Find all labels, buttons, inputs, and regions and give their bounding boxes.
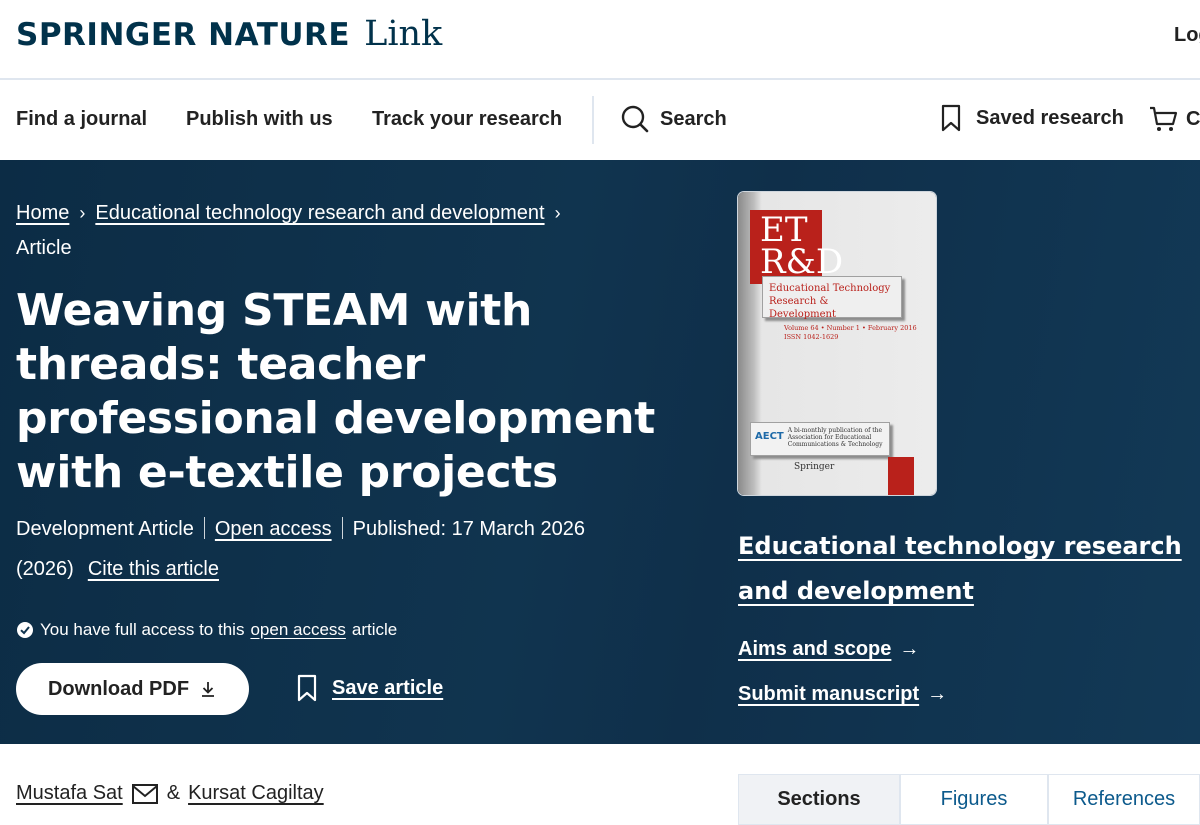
nav-divider [592, 96, 594, 144]
nav-search-button[interactable]: Search [620, 104, 727, 134]
tab-sections[interactable]: Sections [738, 774, 900, 825]
author-link[interactable]: Mustafa Sat [16, 782, 123, 805]
article-year: (2026) [16, 558, 74, 580]
open-access-link[interactable]: Open access [215, 518, 332, 540]
arrow-right-icon: → [899, 638, 920, 660]
access-suffix: article [351, 620, 398, 639]
author-separator: & [166, 782, 181, 804]
site-header: SPRINGER NATURE Link Log [0, 0, 1200, 80]
cover-issn: ISSN 1042-1629 [784, 333, 839, 341]
chevron-right-icon: › [79, 203, 86, 223]
arrow-right-icon: → [927, 683, 948, 705]
access-prefix: You have full access to this [40, 620, 245, 639]
aims-scope-label: Aims and scope [738, 638, 892, 660]
breadcrumb: Home › Educational technology research and… [16, 196, 656, 266]
aect-logo: AECT [755, 431, 784, 442]
breadcrumb-current: Article [16, 237, 72, 259]
meta-divider [341, 517, 343, 539]
logo-brand: SPRINGER NATURE [16, 17, 351, 53]
submit-manuscript-link[interactable]: Submit manuscript → [738, 683, 947, 706]
download-icon [202, 682, 215, 697]
nav-cart[interactable]: C [1148, 104, 1200, 134]
article-title: Weaving STEAM with threads: teacher prof… [16, 285, 656, 498]
author-list: Mustafa Sat & Kursat Cagiltay [16, 782, 324, 805]
nav-saved-label: Saved research [976, 106, 1124, 129]
cart-icon [1150, 106, 1178, 131]
cover-volume: Volume 64 • Number 1 • February 2016 [784, 324, 917, 332]
chevron-right-icon: › [554, 203, 561, 223]
tab-figures[interactable]: Figures [900, 774, 1048, 825]
save-article-label: Save article [332, 676, 444, 699]
access-open-access-link[interactable]: open access [250, 620, 345, 640]
article-hero: Home › Educational technology research and… [0, 160, 1200, 744]
nav-track-research[interactable]: Track your research [372, 108, 562, 131]
cover-name-line1: Educational Technology [769, 283, 891, 294]
mail-icon[interactable] [131, 783, 159, 805]
cover-aect-box: AECT A bi-monthly publication of the Ass… [750, 422, 890, 456]
cover-red-bar [888, 457, 914, 495]
nav-publish[interactable]: Publish with us [186, 108, 333, 131]
nav-find-journal[interactable]: Find a journal [16, 108, 147, 131]
published-date: Published: 17 March 2026 [352, 518, 585, 540]
article-meta: Development Article Open access Published:… [16, 509, 656, 589]
tab-references[interactable]: References [1048, 774, 1200, 825]
breadcrumb-home[interactable]: Home [16, 202, 69, 224]
search-icon [621, 105, 649, 133]
cover-journal-name: Educational Technology Research & Develo… [762, 276, 902, 320]
save-article-button[interactable]: Save article [296, 674, 443, 702]
check-circle-icon [17, 622, 33, 638]
springer-nature-logo[interactable]: SPRINGER NATURE Link [16, 14, 442, 54]
bookmark-icon [297, 674, 317, 702]
submit-manuscript-label: Submit manuscript [738, 683, 920, 705]
nav-search-label: Search [660, 107, 727, 130]
cover-aect-text: A bi-monthly publication of the Associat… [787, 427, 883, 448]
cover-etrd-logo: ET R&D [750, 210, 843, 284]
breadcrumb-journal[interactable]: Educational technology research and deve… [95, 202, 544, 224]
main-nav: Find a journal Publish with us Track you… [0, 80, 1200, 160]
journal-title-link[interactable]: Educational technology research and deve… [738, 524, 1200, 614]
download-pdf-label: Download PDF [47, 677, 190, 700]
meta-divider [203, 517, 205, 539]
article-type: Development Article [16, 518, 194, 540]
cite-article-link[interactable]: Cite this article [88, 558, 219, 580]
journal-cover-image[interactable]: ET R&D Educational Technology Research &… [738, 192, 936, 495]
nav-cart-label: C [1186, 107, 1200, 130]
cover-volume-info: Volume 64 • Number 1 • February 2016 ISS… [784, 324, 917, 342]
cover-name-line2: Research & Development [769, 296, 836, 320]
author-link[interactable]: Kursat Cagiltay [188, 782, 324, 805]
aims-scope-link[interactable]: Aims and scope → [738, 638, 919, 661]
bookmark-icon [941, 104, 961, 132]
article-tabs: Sections Figures References [738, 774, 1200, 825]
cover-publisher: Springer [794, 462, 835, 472]
access-notice: You have full access to this open access… [16, 620, 397, 640]
login-link[interactable]: Log [1174, 24, 1200, 47]
nav-saved-research[interactable]: Saved research [940, 104, 1124, 132]
download-pdf-button[interactable]: Download PDF [16, 663, 249, 715]
logo-link-word: Link [364, 14, 443, 54]
